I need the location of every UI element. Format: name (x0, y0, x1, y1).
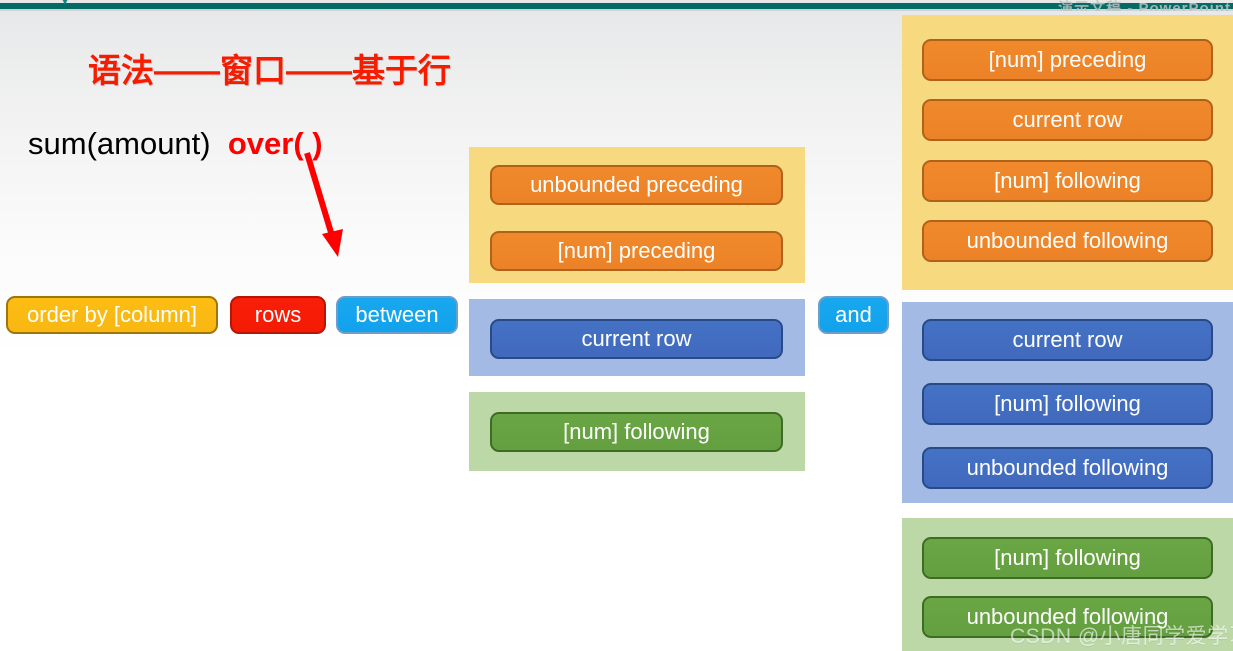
start-bound-following-group: [num] following (469, 392, 805, 471)
option-label: [num] preceding (988, 47, 1147, 72)
chevron-down-icon[interactable]: ▾ (56, 0, 74, 8)
option-label: [num] preceding (557, 238, 716, 263)
option-label: current row (581, 326, 692, 351)
watermark: CSDN @小唐同学爱学习 (1010, 625, 1233, 648)
option-num-following[interactable]: [num] following (922, 537, 1213, 579)
option-label: unbounded following (966, 228, 1169, 253)
option-label: unbounded following (966, 455, 1169, 480)
clause-rows[interactable]: rows (230, 296, 326, 334)
option-unbounded-following[interactable]: unbounded following (922, 220, 1213, 262)
option-num-preceding[interactable]: [num] preceding (490, 231, 783, 271)
option-label: [num] following (994, 168, 1141, 193)
clause-and-label: and (835, 302, 872, 327)
option-label: unbounded preceding (530, 172, 743, 197)
app-top-bar: ▾ 演示文稿 - PowerPoint (0, 0, 1233, 11)
slide-canvas: ▾ 演示文稿 - PowerPoint 语法——窗口——基于行 sum(amou… (0, 0, 1233, 651)
start-bound-preceding-group: unbounded preceding [num] preceding (469, 147, 805, 283)
option-label: [num] following (994, 545, 1141, 570)
option-num-following[interactable]: [num] following (922, 160, 1213, 202)
option-num-following[interactable]: [num] following (490, 412, 783, 452)
clause-between[interactable]: between (336, 296, 458, 334)
end-bound-current-row-group: current row [num] following unbounded fo… (902, 302, 1233, 503)
option-label: [num] following (563, 419, 710, 444)
clause-rows-label: rows (254, 302, 302, 327)
option-num-preceding[interactable]: [num] preceding (922, 39, 1213, 81)
page-title: 语法——窗口——基于行 (88, 52, 451, 89)
option-label: current row (1012, 107, 1123, 132)
top-bar-rule-secondary (0, 9, 1233, 11)
clause-order-by[interactable]: order by [column] (6, 296, 218, 334)
option-label: [num] following (994, 391, 1141, 416)
option-unbounded-following[interactable]: unbounded following (922, 447, 1213, 489)
option-unbounded-preceding[interactable]: unbounded preceding (490, 165, 783, 205)
option-label: current row (1012, 327, 1123, 352)
clause-order-by-label: order by [column] (27, 302, 197, 327)
clause-and[interactable]: and (818, 296, 889, 334)
option-current-row[interactable]: current row (922, 99, 1213, 141)
option-num-following[interactable]: [num] following (922, 383, 1213, 425)
start-bound-current-row-group: current row (469, 299, 805, 376)
formula-sum-expression: sum(amount) (28, 126, 211, 161)
end-bound-preceding-group: [num] preceding current row [num] follow… (902, 15, 1233, 290)
window-title-clipped: 演示文稿 - PowerPoint (1058, 0, 1231, 11)
formula-line: sum(amount) over( ) (28, 126, 323, 162)
option-current-row[interactable]: current row (490, 319, 783, 359)
red-down-right-arrow-icon (304, 152, 343, 257)
clause-between-label: between (355, 302, 439, 327)
option-current-row[interactable]: current row (922, 319, 1213, 361)
